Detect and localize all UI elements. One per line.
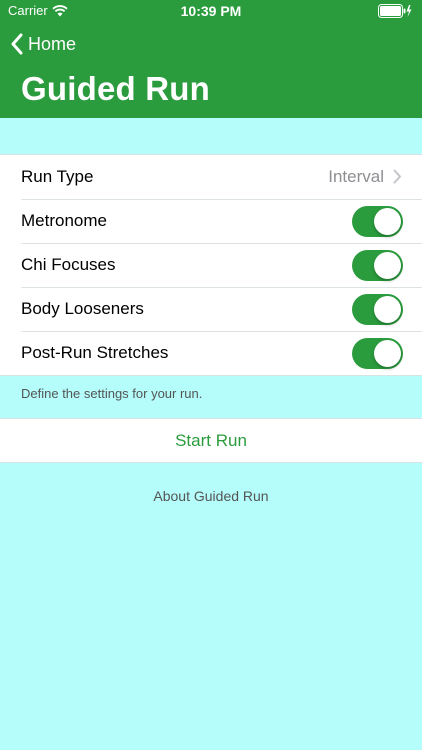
status-bar: Carrier 10:39 PM: [0, 0, 422, 22]
page-title: Guided Run: [21, 70, 210, 107]
chi-focuses-toggle[interactable]: [352, 250, 403, 281]
chi-focuses-row: Chi Focuses: [0, 243, 422, 287]
about-guided-run-link[interactable]: About Guided Run: [0, 488, 422, 504]
post-run-stretches-toggle[interactable]: [352, 338, 403, 369]
run-type-row[interactable]: Run Type Interval: [0, 155, 422, 199]
settings-footer-note: Define the settings for your run.: [21, 386, 203, 401]
toggle-knob: [374, 208, 401, 235]
run-type-label: Run Type: [21, 167, 94, 186]
status-time: 10:39 PM: [180, 3, 242, 19]
nav-header: Carrier 10:39 PM Home Guided Run: [0, 0, 422, 118]
metronome-row: Metronome: [0, 199, 422, 243]
toggle-knob: [374, 252, 401, 279]
metronome-toggle[interactable]: [352, 206, 403, 237]
post-run-stretches-row: Post-Run Stretches: [0, 331, 422, 375]
body-looseners-toggle[interactable]: [352, 294, 403, 325]
chevron-right-icon: [393, 169, 401, 184]
start-run-button[interactable]: Start Run: [0, 418, 422, 463]
back-label: Home: [28, 33, 77, 54]
chi-focuses-label: Chi Focuses: [21, 255, 116, 274]
run-type-value: Interval: [328, 167, 384, 186]
metronome-label: Metronome: [21, 211, 107, 230]
toggle-knob: [374, 296, 401, 323]
body-looseners-row: Body Looseners: [0, 287, 422, 331]
post-run-stretches-label: Post-Run Stretches: [21, 343, 169, 362]
settings-list: Run Type Interval Metronome Chi Focuses …: [0, 154, 422, 376]
body-looseners-label: Body Looseners: [21, 299, 144, 318]
chevron-left-icon: [11, 33, 23, 55]
battery-icon: [378, 4, 412, 18]
toggle-knob: [374, 340, 401, 367]
back-button[interactable]: Home: [10, 32, 76, 56]
